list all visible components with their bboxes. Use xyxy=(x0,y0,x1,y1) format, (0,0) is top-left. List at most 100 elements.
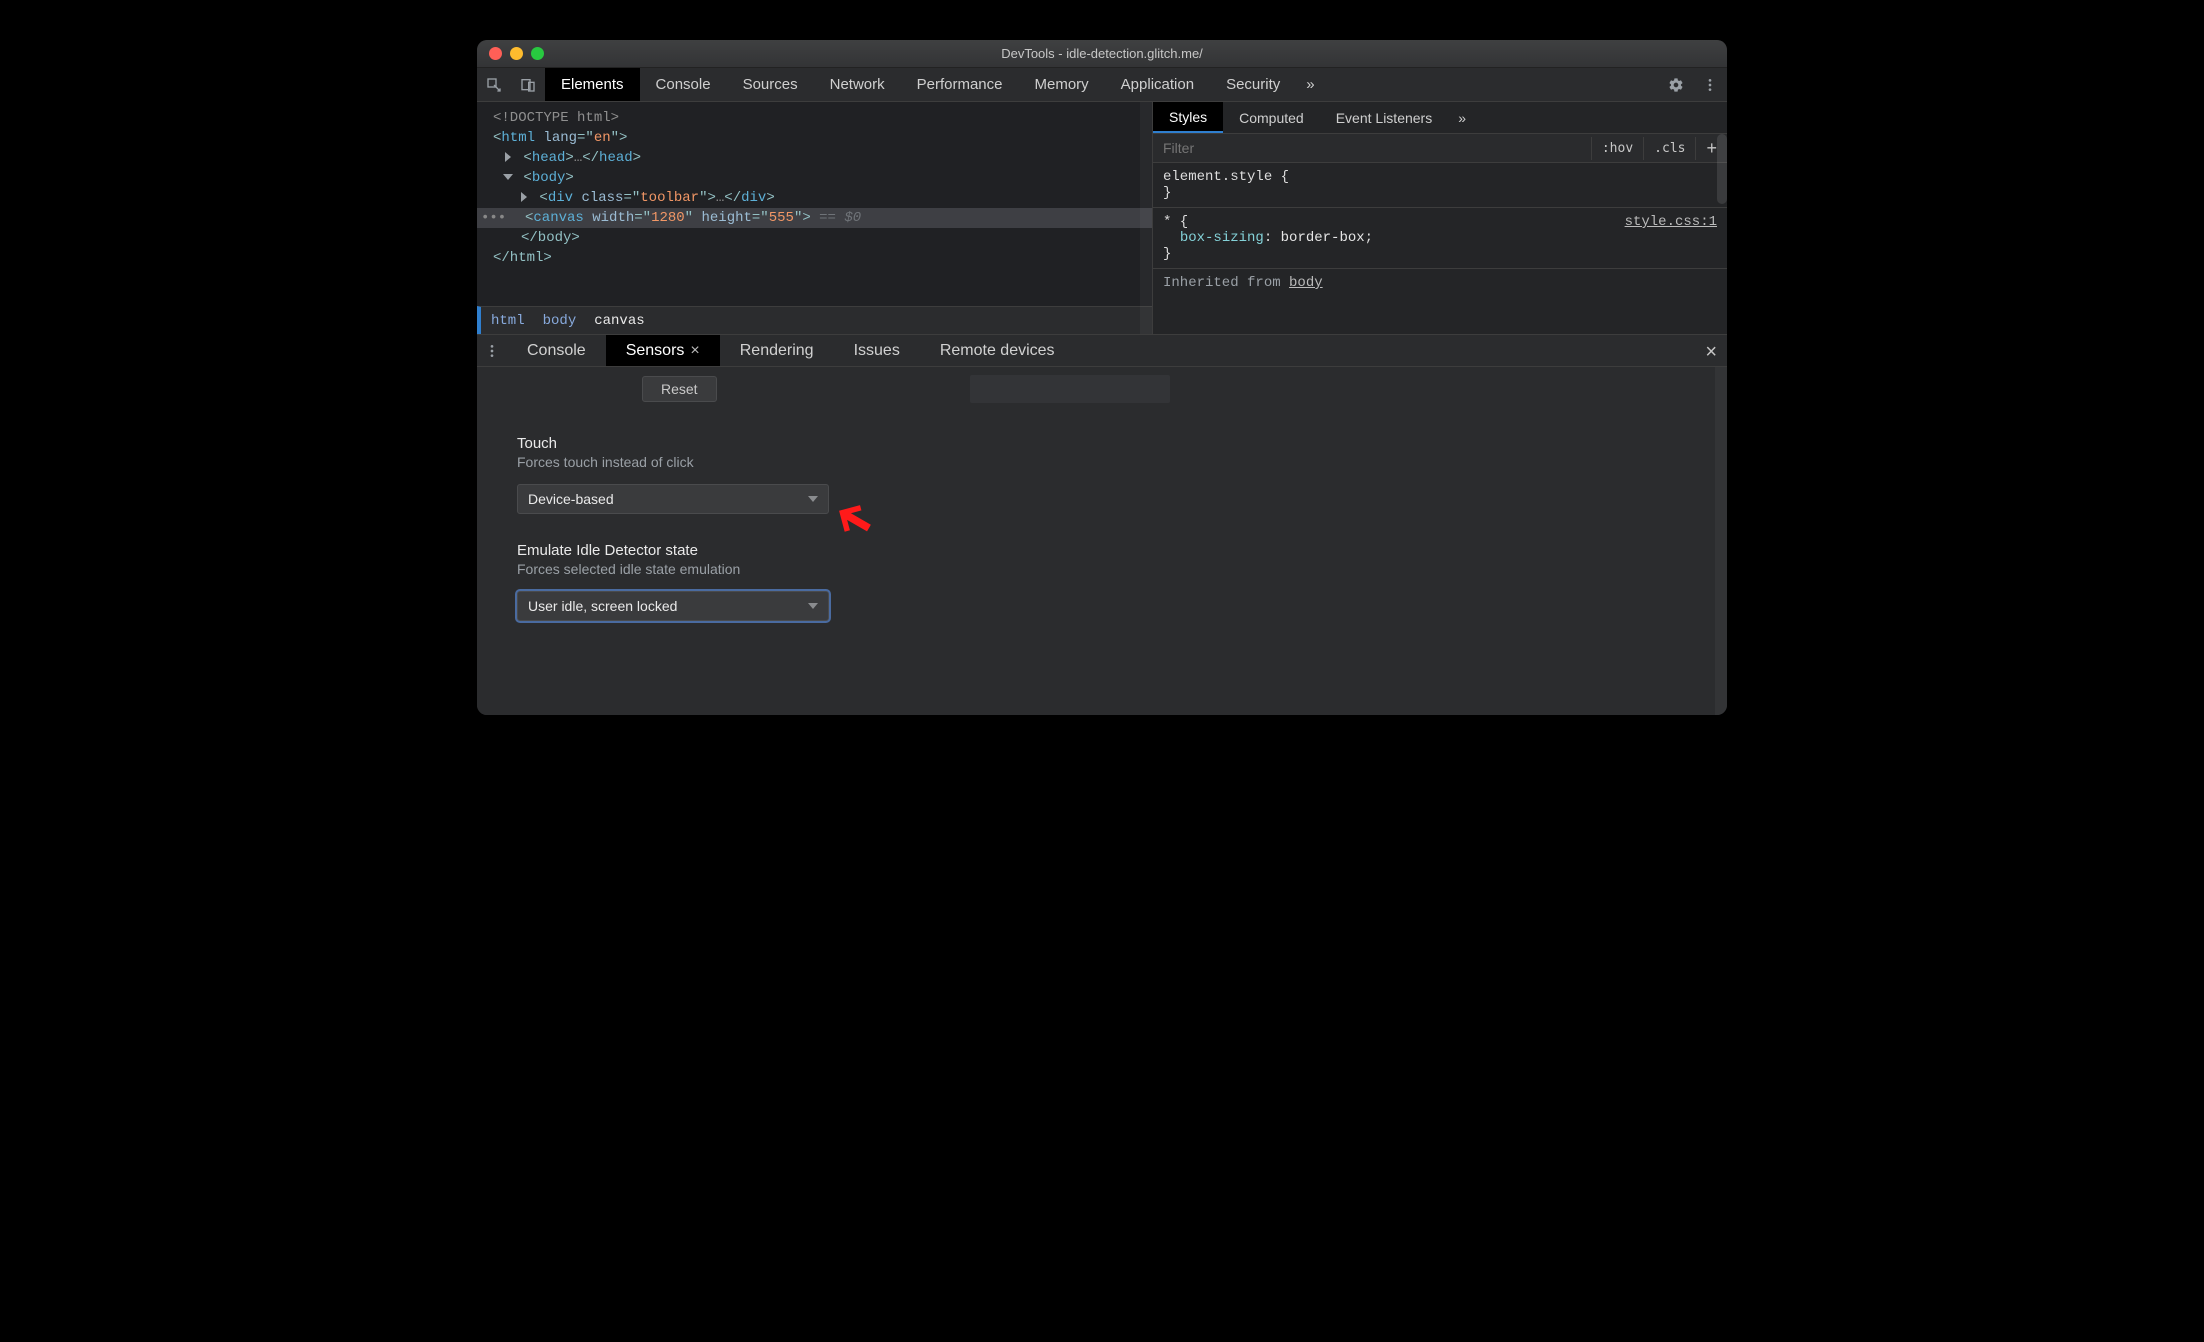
dom-body-open[interactable]: <body> xyxy=(477,168,1152,188)
tab-security[interactable]: Security xyxy=(1210,68,1296,101)
dom-head[interactable]: <head>…</head> xyxy=(477,148,1152,168)
dom-canvas-selected[interactable]: ••• <canvas width="1280" height="555"> =… xyxy=(477,208,1152,228)
dom-doctype[interactable]: <!DOCTYPE html> xyxy=(477,108,1152,128)
styles-filter-input[interactable] xyxy=(1153,134,1591,162)
ellipsis: … xyxy=(574,150,582,166)
expand-div-icon[interactable] xyxy=(521,192,527,202)
touch-subtitle: Forces touch instead of click xyxy=(517,454,1687,470)
idle-subtitle: Forces selected idle state emulation xyxy=(517,561,1687,577)
drawer-tab-issues[interactable]: Issues xyxy=(834,335,920,366)
tab-network[interactable]: Network xyxy=(814,68,901,101)
close-tab-icon[interactable]: × xyxy=(690,342,699,360)
toolbar-right xyxy=(1659,68,1727,101)
element-style-close: } xyxy=(1163,185,1171,201)
drawer-tab-rendering[interactable]: Rendering xyxy=(720,335,834,366)
attr-height: height xyxy=(701,210,751,226)
tag-body: body xyxy=(532,170,566,186)
sensors-panel: Reset Touch Forces touch instead of clic… xyxy=(477,367,1727,715)
drawer-tab-console[interactable]: Console xyxy=(507,335,606,366)
tabs-overflow-icon[interactable]: » xyxy=(1296,68,1324,101)
main-panels: <!DOCTYPE html> <html lang="en"> <head>…… xyxy=(477,102,1727,334)
caret-down-icon xyxy=(808,496,818,502)
val-toolbar: toolbar xyxy=(640,190,699,206)
styles-tab-events[interactable]: Event Listeners xyxy=(1320,102,1449,133)
collapse-body-icon[interactable] xyxy=(503,174,513,180)
element-style-rule[interactable]: element.style { } xyxy=(1163,169,1717,201)
val-border-box[interactable]: border-box xyxy=(1281,230,1365,246)
val-height: 555 xyxy=(769,210,794,226)
element-style-open: element.style { xyxy=(1163,169,1289,185)
attr-class: class xyxy=(581,190,623,206)
drawer-tab-sensors-label: Sensors xyxy=(626,342,685,360)
window-titlebar: DevTools - idle-detection.glitch.me/ xyxy=(477,40,1727,68)
idle-title: Emulate Idle Detector state xyxy=(517,542,1687,559)
inherited-from-link[interactable]: body xyxy=(1289,275,1323,291)
tab-application[interactable]: Application xyxy=(1105,68,1210,101)
idle-section: Emulate Idle Detector state Forces selec… xyxy=(477,514,1727,621)
settings-gear-icon[interactable] xyxy=(1659,68,1693,101)
star-rule[interactable]: style.css:1 * { box-sizing: border-box; … xyxy=(1153,207,1727,262)
orientation-preview xyxy=(970,375,1170,403)
crumb-canvas[interactable]: canvas xyxy=(594,313,644,329)
styles-tab-styles[interactable]: Styles xyxy=(1153,102,1223,133)
crumb-html[interactable]: html xyxy=(491,313,525,329)
window-minimize-button[interactable] xyxy=(510,47,523,60)
tag-html: html xyxy=(501,130,535,146)
expand-head-icon[interactable] xyxy=(505,152,511,162)
attr-width: width xyxy=(592,210,634,226)
styles-new-rule-button[interactable]: + xyxy=(1695,137,1727,160)
crumb-body[interactable]: body xyxy=(543,313,577,329)
tab-sources[interactable]: Sources xyxy=(727,68,814,101)
val-width: 1280 xyxy=(651,210,685,226)
rule-source-link[interactable]: style.css:1 xyxy=(1625,214,1717,230)
dom-body-close[interactable]: </body> xyxy=(477,228,1152,248)
styles-hov-toggle[interactable]: :hov xyxy=(1591,137,1643,160)
attr-lang: lang xyxy=(543,130,577,146)
doctype-text: <!DOCTYPE html> xyxy=(493,110,619,126)
gutter-more-icon[interactable]: ••• xyxy=(477,210,506,226)
elements-panel[interactable]: <!DOCTYPE html> <html lang="en"> <head>…… xyxy=(477,102,1152,334)
dom-breadcrumb: html body canvas xyxy=(477,306,1152,334)
styles-cls-toggle[interactable]: .cls xyxy=(1643,137,1695,160)
toggle-device-toolbar-icon[interactable] xyxy=(511,68,545,101)
tag-div: div xyxy=(548,190,573,206)
kebab-menu-icon[interactable] xyxy=(1693,68,1727,101)
inherited-label: Inherited from xyxy=(1163,275,1281,291)
dom-div-toolbar[interactable]: <div class="toolbar">…</div> xyxy=(477,188,1152,208)
window-zoom-button[interactable] xyxy=(531,47,544,60)
styles-panel: Styles Computed Event Listeners » :hov .… xyxy=(1152,102,1727,334)
touch-select-value: Device-based xyxy=(528,491,614,507)
window-controls xyxy=(477,47,544,60)
styles-tabs: Styles Computed Event Listeners » xyxy=(1153,102,1727,134)
touch-title: Touch xyxy=(517,435,1687,452)
idle-select-value: User idle, screen locked xyxy=(528,598,677,614)
star-close: } xyxy=(1163,246,1171,262)
window-title: DevTools - idle-detection.glitch.me/ xyxy=(477,46,1727,61)
caret-down-icon xyxy=(808,603,818,609)
devtools-tabs: Elements Console Sources Network Perform… xyxy=(545,68,1659,101)
inspect-element-icon[interactable] xyxy=(477,68,511,101)
dom-html-close[interactable]: </html> xyxy=(477,248,1152,268)
window-close-button[interactable] xyxy=(489,47,502,60)
inherited-from-row: Inherited from body xyxy=(1153,268,1727,297)
orientation-row: Reset xyxy=(477,367,1727,407)
tab-memory[interactable]: Memory xyxy=(1019,68,1105,101)
style-rules[interactable]: element.style { } style.css:1 * { box-si… xyxy=(1153,163,1727,268)
tab-performance[interactable]: Performance xyxy=(901,68,1019,101)
tag-head: head xyxy=(532,150,566,166)
idle-state-select[interactable]: User idle, screen locked xyxy=(517,591,829,621)
drawer-close-icon[interactable]: × xyxy=(1705,341,1717,364)
styles-tab-computed[interactable]: Computed xyxy=(1223,102,1320,133)
dom-html-open[interactable]: <html lang="en"> xyxy=(477,128,1152,148)
drawer-tab-remote-devices[interactable]: Remote devices xyxy=(920,335,1075,366)
touch-select[interactable]: Device-based xyxy=(517,484,829,514)
drawer-tab-sensors[interactable]: Sensors × xyxy=(606,335,720,366)
orientation-reset-button[interactable]: Reset xyxy=(642,376,717,402)
styles-tabs-overflow-icon[interactable]: » xyxy=(1448,102,1476,133)
prop-box-sizing[interactable]: box-sizing xyxy=(1180,230,1264,246)
drawer-tabs: Console Sensors × Rendering Issues Remot… xyxy=(477,335,1727,367)
tab-console[interactable]: Console xyxy=(640,68,727,101)
drawer-menu-icon[interactable] xyxy=(477,335,507,366)
touch-section: Touch Forces touch instead of click Devi… xyxy=(477,407,1727,514)
tab-elements[interactable]: Elements xyxy=(545,68,640,101)
